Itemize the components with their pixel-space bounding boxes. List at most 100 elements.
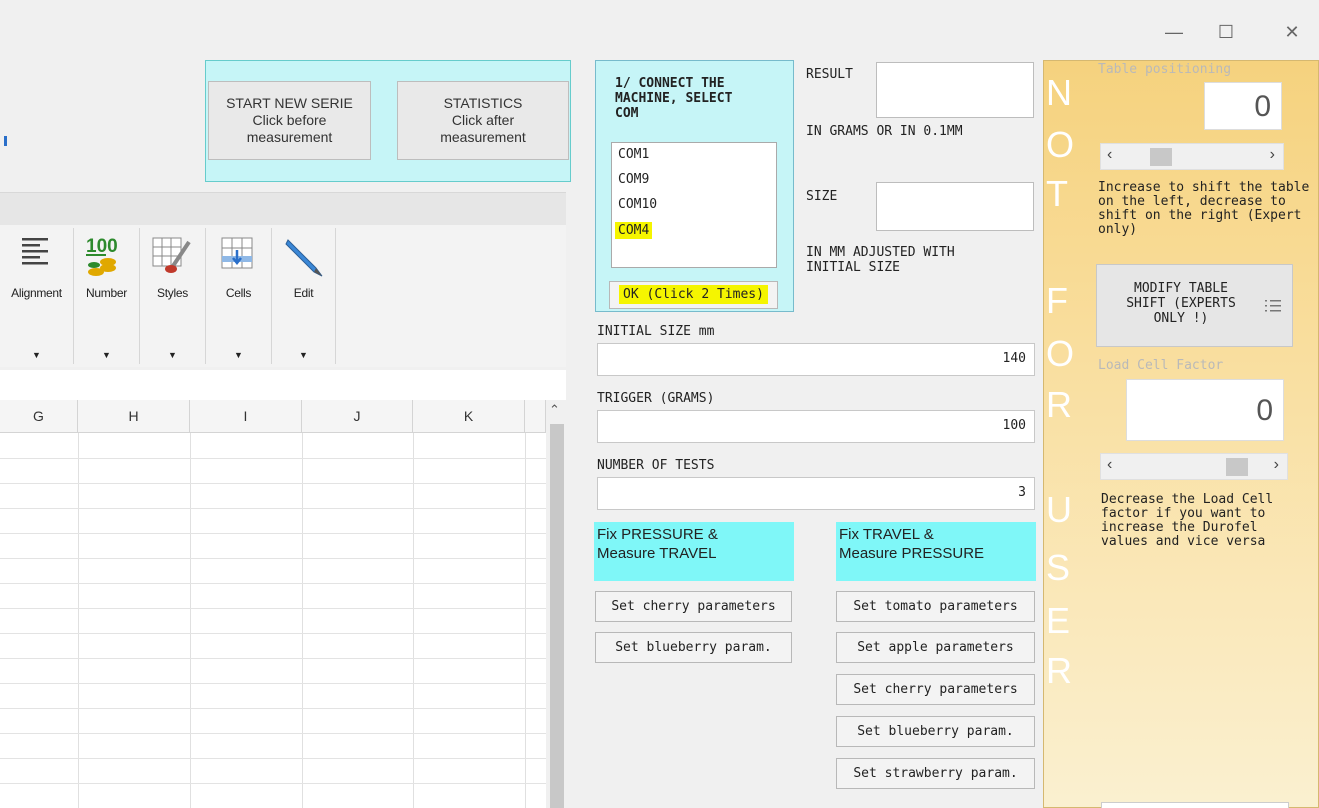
connect-title-line-3: COM bbox=[615, 106, 639, 121]
com-item-com4[interactable]: COM4 bbox=[615, 222, 653, 239]
size-note: IN MM ADJUSTED WITH INITIAL SIZE bbox=[806, 245, 955, 275]
formula-bar[interactable] bbox=[0, 370, 566, 401]
grid-line bbox=[0, 483, 546, 484]
bottom-field[interactable] bbox=[1101, 802, 1289, 808]
column-header-j[interactable]: J bbox=[302, 400, 413, 433]
chevron-down-icon[interactable]: ▼ bbox=[206, 350, 271, 360]
number-of-tests-input[interactable]: 3 bbox=[597, 477, 1035, 510]
table-positioning-label: Table positioning bbox=[1098, 62, 1232, 77]
alignment-icon bbox=[22, 238, 48, 265]
size-field[interactable] bbox=[876, 182, 1034, 231]
ribbon-label-number: Number bbox=[86, 286, 127, 300]
statistics-button[interactable]: STATISTICS Click after measurement bbox=[397, 81, 569, 160]
modify-line-2: SHIFT (EXPERTS bbox=[1126, 296, 1236, 311]
set-cherry-parameters-button-left[interactable]: Set cherry parameters bbox=[595, 591, 792, 622]
ok-button-label: OK (Click 2 Times) bbox=[619, 285, 768, 304]
com-item-com9[interactable]: COM9 bbox=[618, 172, 649, 187]
size-note-line-1: IN MM ADJUSTED WITH bbox=[806, 245, 955, 260]
number-icon-text: 100 bbox=[86, 236, 118, 257]
watermark-letter-r: R bbox=[1046, 384, 1072, 425]
watermark-letter-o: O bbox=[1046, 124, 1075, 165]
chevron-down-icon[interactable]: ▼ bbox=[74, 350, 139, 360]
load-cell-factor-thumb[interactable] bbox=[1225, 458, 1248, 476]
maximize-icon[interactable]: ☐ bbox=[1208, 14, 1244, 50]
scroll-thumb[interactable] bbox=[550, 424, 564, 808]
ribbon-group-edit[interactable]: Edit ▼ bbox=[272, 228, 336, 364]
result-label: RESULT bbox=[806, 67, 853, 82]
column-header-h[interactable]: H bbox=[78, 400, 190, 433]
set-tomato-parameters-button[interactable]: Set tomato parameters bbox=[836, 591, 1035, 622]
spreadsheet-grid[interactable]: G H I J K bbox=[0, 400, 546, 808]
statistics-line-1: STATISTICS bbox=[443, 95, 523, 111]
watermark-letter-e: E bbox=[1046, 600, 1071, 641]
table-help: Increase to shift the table on the left,… bbox=[1098, 181, 1309, 237]
trigger-label: TRIGGER (GRAMS) bbox=[597, 391, 715, 406]
styles-icon bbox=[152, 237, 191, 273]
grid-line bbox=[0, 533, 546, 534]
load-cell-help-line-2: factor if you want to bbox=[1101, 506, 1266, 521]
start-new-serie-line-1: START NEW SERIE bbox=[226, 95, 353, 111]
ribbon-group-alignment[interactable]: Alignment ▼ bbox=[0, 228, 74, 364]
load-cell-factor-label: Load Cell Factor bbox=[1098, 358, 1224, 373]
com-port-list[interactable]: COM1 COM9 COM10 COM4 bbox=[611, 142, 777, 268]
set-blueberry-param-button-left[interactable]: Set blueberry param. bbox=[595, 632, 792, 663]
set-apple-parameters-button[interactable]: Set apple parameters bbox=[836, 632, 1035, 663]
table-positioning-slider[interactable]: ‹ › bbox=[1100, 143, 1284, 170]
result-field[interactable] bbox=[876, 62, 1034, 118]
watermark-letter-r2: R bbox=[1046, 650, 1072, 691]
ribbon-group-number[interactable]: 100 Number ▼ bbox=[74, 228, 140, 364]
chevron-down-icon[interactable]: ▼ bbox=[0, 350, 73, 360]
chevron-down-icon[interactable]: ▼ bbox=[140, 350, 205, 360]
chevron-right-icon[interactable]: › bbox=[1270, 146, 1275, 164]
column-header-g[interactable]: G bbox=[0, 400, 78, 433]
number-icon: 100 bbox=[86, 236, 118, 276]
ribbon-group-styles[interactable]: Styles ▼ bbox=[140, 228, 206, 364]
grid-line bbox=[525, 433, 526, 808]
fix-travel-mode[interactable]: Fix TRAVEL & Measure PRESSURE bbox=[836, 522, 1036, 581]
table-positioning-value[interactable]: 0 bbox=[1204, 82, 1282, 130]
fix-pressure-line-2: Measure TRAVEL bbox=[597, 545, 717, 562]
load-cell-factor-value[interactable]: 0 bbox=[1126, 379, 1284, 441]
ribbon-group-cells[interactable]: Cells ▼ bbox=[206, 228, 272, 364]
watermark-letter-n: N bbox=[1046, 72, 1072, 113]
scroll-up-icon[interactable]: ⌃ bbox=[549, 402, 560, 418]
modify-table-shift-button[interactable]: MODIFY TABLE SHIFT (EXPERTS ONLY !) bbox=[1096, 264, 1293, 347]
initial-size-label: INITIAL SIZE mm bbox=[597, 324, 715, 339]
minimize-icon[interactable]: — bbox=[1156, 14, 1192, 50]
load-cell-factor-slider[interactable]: ‹ › bbox=[1100, 453, 1288, 480]
grid-line bbox=[0, 633, 546, 634]
column-header-k[interactable]: K bbox=[413, 400, 525, 433]
set-strawberry-param-button[interactable]: Set strawberry param. bbox=[836, 758, 1035, 789]
set-blueberry-param-button-right[interactable]: Set blueberry param. bbox=[836, 716, 1035, 747]
chevron-down-icon[interactable]: ▼ bbox=[272, 350, 335, 360]
ribbon-label-edit: Edit bbox=[293, 286, 314, 300]
column-header-i[interactable]: I bbox=[190, 400, 302, 433]
watermark-letter-o2: O bbox=[1046, 333, 1075, 374]
load-cell-help-line-3: increase the Durofel bbox=[1101, 520, 1258, 535]
table-help-line-2: on the left, decrease to bbox=[1098, 194, 1286, 209]
chevron-left-icon[interactable]: ‹ bbox=[1107, 456, 1112, 474]
com-item-com10[interactable]: COM10 bbox=[618, 197, 657, 212]
set-cherry-parameters-button-right[interactable]: Set cherry parameters bbox=[836, 674, 1035, 705]
table-help-line-3: shift on the right (Expert bbox=[1098, 208, 1302, 223]
start-new-serie-line-3: measurement bbox=[246, 129, 333, 145]
start-new-serie-button[interactable]: START NEW SERIE Click before measurement bbox=[208, 81, 371, 160]
initial-size-input[interactable]: 140 bbox=[597, 343, 1035, 376]
ok-button[interactable]: OK (Click 2 Times) bbox=[609, 281, 778, 309]
grid-line bbox=[413, 433, 414, 808]
cells-icon bbox=[221, 237, 253, 269]
number-of-tests-label: NUMBER OF TESTS bbox=[597, 458, 715, 473]
column-header-extra[interactable] bbox=[525, 400, 546, 433]
watermark-letter-u: U bbox=[1046, 489, 1072, 530]
fix-pressure-mode[interactable]: Fix PRESSURE & Measure TRAVEL bbox=[594, 522, 794, 581]
connect-title-line-2: MACHINE, SELECT bbox=[615, 91, 733, 106]
com-item-com1[interactable]: COM1 bbox=[618, 147, 649, 162]
load-cell-help-line-1: Decrease the Load Cell bbox=[1101, 492, 1274, 507]
close-icon[interactable]: ✕ bbox=[1274, 14, 1310, 50]
chevron-left-icon[interactable]: ‹ bbox=[1107, 146, 1112, 164]
chevron-right-icon[interactable]: › bbox=[1274, 456, 1279, 474]
ribbon-label-cells: Cells bbox=[225, 286, 252, 300]
grid-line bbox=[190, 433, 191, 808]
trigger-input[interactable]: 100 bbox=[597, 410, 1035, 443]
table-positioning-thumb[interactable] bbox=[1150, 148, 1173, 166]
